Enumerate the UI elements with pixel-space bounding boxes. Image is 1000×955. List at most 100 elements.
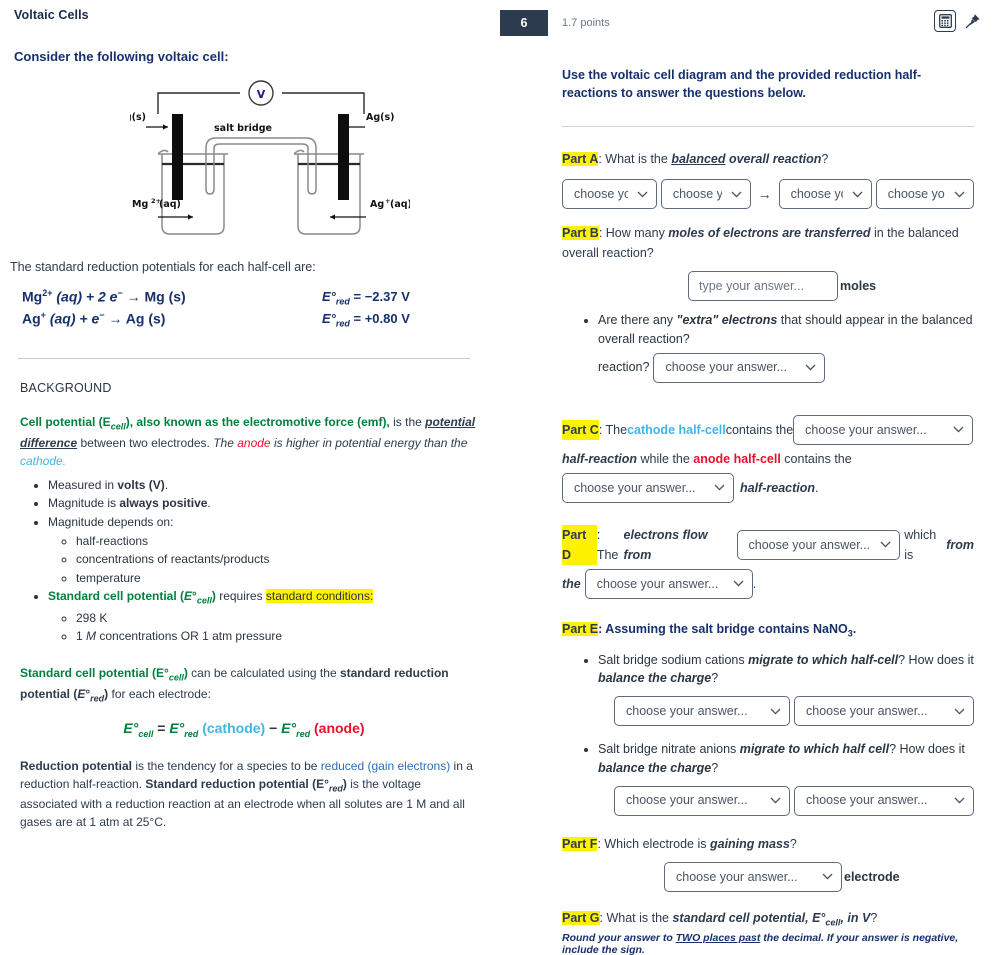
question-content: Use the voltaic cell diagram and the pro… [562,66,980,955]
question-intro: Use the voltaic cell diagram and the pro… [562,68,922,101]
chevron-down-icon [733,580,744,587]
chevron-down-icon [637,191,648,198]
sub-list: 298 K 1 M concentrations OR 1 atm pressu… [60,609,478,646]
list-item: half-reactions [76,532,478,551]
question-header: 6 1.7 points [500,10,980,36]
svg-text:Ag(s): Ag(s) [366,112,395,123]
half-reactions-block: Mg2+ (aq) + 2 e− → Mg (s) E°red = −2.37 … [14,288,478,334]
svg-text:V: V [257,88,266,101]
question-divider [562,126,974,128]
part-b-label: Part B [562,226,599,241]
list-item: Magnitude depends on: half-reactions con… [48,513,478,587]
part-f-select[interactable]: choose your answer... [664,861,842,892]
list-item: Measured in volts (V). [48,476,478,495]
cell-potential-paragraph: Cell potential (Ecell), also known as th… [20,415,476,468]
part-d-label: Part D [562,524,597,565]
part-a-label: Part A [562,152,599,167]
part-a-select-4[interactable]: choose your [875,179,974,210]
background-heading: BACKGROUND [20,381,112,395]
chevron-down-icon [953,426,964,433]
svg-text:Mg(s): Mg(s) [130,112,146,123]
part-d-select-1[interactable]: choose your answer... [736,529,901,560]
pin-icon[interactable] [964,12,982,30]
list-item: Salt bridge sodium cations migrate to wh… [598,651,974,727]
part-f-suffix: electrode [844,869,900,884]
part-e-b2-select-2[interactable]: choose your answer... [794,785,974,816]
cell-potential-equation: E°cell = E°red (cathode) − E°red (anode) [123,719,365,739]
chevron-down-icon [852,191,863,198]
svg-text:Mg: Mg [132,199,148,210]
part-f-label: Part F [562,836,598,851]
part-e-label: Part E [562,621,599,636]
standard-cell-potential-paragraph: Standard cell potential (E°cell) can be … [20,665,449,704]
part-c-select-cathode[interactable]: choose your answer... [793,414,974,445]
section-divider [18,358,470,359]
part-b: Part B: How many moles of electrons are … [562,226,959,261]
chevron-down-icon [714,484,725,491]
e-red-value-1: E°red = −2.37 V [322,289,410,307]
e-red-value-2: E°red = +0.80 V [322,311,410,329]
part-e-b1-select-1[interactable]: choose your answer... [614,696,790,727]
exam-page: Voltaic Cells Consider the following vol… [0,0,1000,955]
chevron-down-icon [954,191,965,198]
part-e-b1-select-2[interactable]: choose your answer... [794,696,974,727]
svg-text:salt bridge: salt bridge [214,123,272,134]
part-g-note: Round your answer to TWO places past the… [562,931,959,955]
chevron-down-icon [770,797,781,804]
svg-text:Ag: Ag [370,199,384,210]
part-e-b2-select-1[interactable]: choose your answer... [614,785,790,816]
list-item: temperature [76,569,478,588]
chevron-down-icon [954,708,965,715]
list-item: Are there any "extra" electrons that sho… [598,311,974,383]
list-item: Salt bridge nitrate anions migrate to wh… [598,740,974,816]
page-title: Voltaic Cells [14,8,89,22]
reduction-potential-paragraph: Reduction potential is the tendency for … [20,758,473,830]
sub-list: half-reactions concentrations of reactan… [60,532,478,588]
chevron-down-icon [822,873,833,880]
part-c: Part C: The cathode half-cell contains t… [562,414,974,503]
part-a-select-1[interactable]: choose your [562,179,657,210]
half-reaction-1: Mg2+ (aq) + 2 e− → Mg (s) [22,288,186,305]
part-c-select-anode[interactable]: choose your answer... [562,472,734,503]
reference-panel: Voltaic Cells Consider the following vol… [0,0,500,955]
question-toolbar [934,10,982,32]
part-b-answer-row: type your answer... moles [688,271,974,302]
reaction-arrow: → [757,186,772,203]
voltaic-cell-diagram: V (s) Ag(s) salt bridge Mg 2+ (aq) Ag + … [10,76,478,244]
question-panel: 6 1.7 points Use the voltaic cell diagra… [500,0,1000,955]
chevron-down-icon [805,364,816,371]
consider-subtitle: Consider the following voltaic cell: [14,49,229,64]
question-points: 1.7 points [562,17,610,29]
question-number-badge: 6 [500,10,548,36]
reduction-intro: The standard reduction potentials for ea… [10,260,316,274]
part-e: Part E: Assuming the salt bridge contain… [562,621,857,639]
list-item: Magnitude is always positive. [48,494,478,513]
part-a-select-3[interactable]: choose yoı [778,179,872,210]
part-f: Part F: Which electrode is gaining mass? [562,836,797,851]
part-g: Part G: What is the standard cell potent… [562,910,878,928]
svg-text:(aq): (aq) [159,199,181,210]
half-reaction-2: Ag+ (aq) + e− → Ag (s) [22,310,166,327]
part-a-select-2[interactable]: choose yc [660,179,751,210]
list-item: 298 K [76,609,478,628]
svg-text:(aq): (aq) [390,199,410,210]
part-d: Part D: The electrons flow from choose y… [562,524,974,599]
calculator-icon[interactable] [934,10,956,32]
part-f-answer-row: choose your answer... electrode [664,861,974,892]
part-b-bullets: Are there any "extra" electrons that sho… [584,311,974,383]
part-b-extra-electrons-select[interactable]: choose your answer... [653,352,826,383]
chevron-down-icon [880,541,891,548]
part-g-label: Part G [562,910,600,925]
chevron-down-icon [770,708,781,715]
part-b-input[interactable]: type your answer... [688,271,838,302]
part-b-bullet-lead: reaction? [598,360,650,375]
chevron-down-icon [731,191,742,198]
chevron-down-icon [954,797,965,804]
part-c-label: Part C [562,419,599,440]
list-item: Standard cell potential (E°cell) require… [48,587,478,646]
part-d-select-2[interactable]: choose your answer... [584,568,753,599]
part-a-answer-row: choose your choose yc → choose yoı choos… [562,179,974,210]
part-b-unit: moles [840,279,877,294]
part-a: Part A: What is the balanced overall rea… [562,152,829,167]
cell-potential-bullets: Measured in volts (V). Magnitude is alwa… [34,476,478,646]
